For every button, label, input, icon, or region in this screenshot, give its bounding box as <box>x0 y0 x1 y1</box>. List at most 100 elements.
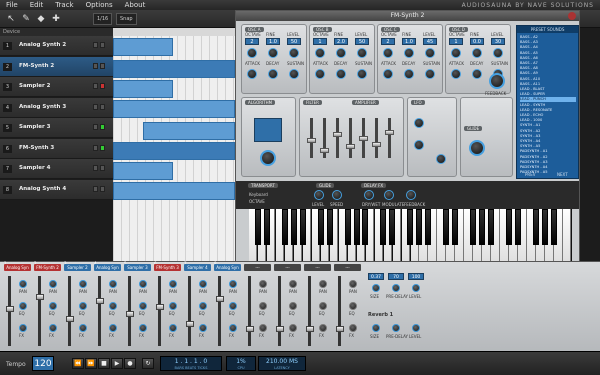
channel-knob[interactable] <box>289 324 297 332</box>
channel-label[interactable]: Analog Syn <box>4 264 31 271</box>
black-key[interactable] <box>281 209 288 245</box>
channel-knob[interactable] <box>349 324 357 332</box>
black-key[interactable] <box>488 209 495 245</box>
channel-knob[interactable] <box>289 302 297 310</box>
channel-knob[interactable] <box>319 324 327 332</box>
synth-title-bar[interactable]: FM-Synth 2 <box>236 11 579 21</box>
channel-knob[interactable] <box>169 302 177 310</box>
rewind-icon[interactable]: ⏪ <box>72 358 84 369</box>
stop-icon[interactable]: ■ <box>98 358 110 369</box>
glide-knob[interactable] <box>469 140 485 156</box>
loop-icon[interactable]: ↻ <box>142 358 154 369</box>
track-row[interactable]: 2 FM-Synth 2 <box>0 56 113 77</box>
channel-knob[interactable] <box>79 280 87 288</box>
envelope-knob[interactable] <box>315 69 325 79</box>
record-arm-button[interactable] <box>100 144 105 151</box>
record-arm-button[interactable] <box>100 62 105 69</box>
channel-knob[interactable] <box>139 324 147 332</box>
fader-handle[interactable] <box>95 298 104 304</box>
envelope-knob[interactable] <box>472 69 482 79</box>
slider-handle[interactable] <box>372 142 381 147</box>
channel-knob[interactable] <box>349 280 357 288</box>
channel-knob[interactable] <box>199 324 207 332</box>
black-key[interactable] <box>344 209 351 245</box>
clip[interactable] <box>113 60 235 78</box>
record-arm-button[interactable] <box>100 124 105 130</box>
record-arm-button[interactable] <box>100 103 105 110</box>
channel-knob[interactable] <box>259 280 267 288</box>
slider-handle[interactable] <box>320 148 329 153</box>
channel-knob[interactable] <box>289 280 297 288</box>
channel-knob[interactable] <box>259 302 267 310</box>
black-key[interactable] <box>416 209 423 245</box>
close-icon[interactable] <box>568 12 576 20</box>
envelope-knob[interactable] <box>404 69 414 79</box>
channel-knob[interactable] <box>199 302 207 310</box>
clip[interactable] <box>113 182 235 200</box>
clip[interactable] <box>113 38 173 56</box>
channel-knob[interactable] <box>49 280 57 288</box>
strip-knob[interactable] <box>384 190 394 200</box>
record-arm-button[interactable] <box>100 83 105 89</box>
value-display[interactable]: 1.0 <box>266 38 280 45</box>
algorithm-display[interactable] <box>254 118 282 142</box>
channel-label[interactable]: Sampler 4 <box>184 264 211 271</box>
channel-knob[interactable] <box>139 280 147 288</box>
reverb-size-value[interactable]: 0.37 <box>368 273 384 280</box>
preset-next-button[interactable]: NEXT <box>557 172 568 177</box>
clip[interactable] <box>113 162 173 180</box>
channel-label[interactable]: --- <box>334 264 361 271</box>
pointer-icon[interactable]: ↖ <box>5 13 17 25</box>
reverb-level-value[interactable]: 100 <box>408 273 424 280</box>
fader-handle[interactable] <box>35 294 44 300</box>
channel-knob[interactable] <box>229 280 237 288</box>
fader-handle[interactable] <box>215 296 224 302</box>
osc-knob[interactable] <box>268 48 278 58</box>
black-key[interactable] <box>263 209 270 245</box>
osc-knob[interactable] <box>315 48 325 58</box>
fader-handle[interactable] <box>65 316 74 322</box>
preset-prev-button[interactable]: PREV <box>525 172 535 177</box>
strip-knob[interactable] <box>314 190 324 200</box>
mute-button[interactable] <box>93 165 98 171</box>
snap-button[interactable]: Snap <box>116 13 137 25</box>
fm-synth-window[interactable]: FM-Synth 2 OSC A OSC B OSC C OSC D OCTAV… <box>235 10 580 268</box>
menu-options[interactable]: Options <box>86 1 113 9</box>
preset-list[interactable]: PRESET SOUNDS BASS - A2 BASS - A3 BASS - A… <box>516 25 579 179</box>
white-key[interactable] <box>563 209 572 267</box>
track-row[interactable]: 1 Analog Synth 2 <box>0 36 113 56</box>
channel-knob[interactable] <box>169 280 177 288</box>
black-key[interactable] <box>353 209 360 245</box>
fader-handle[interactable] <box>125 311 134 317</box>
black-key[interactable] <box>515 209 522 245</box>
value-display[interactable]: 1 <box>449 38 463 45</box>
channel-knob[interactable] <box>259 324 267 332</box>
channel-knob[interactable] <box>19 280 27 288</box>
channel-knob[interactable] <box>169 324 177 332</box>
reverb2-size-knob[interactable] <box>372 324 380 332</box>
value-display[interactable]: 1 <box>313 38 327 45</box>
reverb2-predelay-knob[interactable] <box>392 324 400 332</box>
channel-knob[interactable] <box>109 302 117 310</box>
quantize-button[interactable]: 1/16 <box>93 13 113 25</box>
black-key[interactable] <box>380 209 387 245</box>
fader-handle[interactable] <box>155 304 164 310</box>
black-key[interactable] <box>479 209 486 245</box>
reverb-size-knob[interactable] <box>372 284 380 292</box>
channel-label[interactable]: Analog Syn <box>214 264 241 271</box>
osc-knob[interactable] <box>383 48 393 58</box>
value-display[interactable]: 50 <box>355 38 369 45</box>
channel-label[interactable]: FM-Synth 2 <box>34 264 61 271</box>
reverb-predelay-value[interactable]: 70 <box>388 273 404 280</box>
value-display[interactable]: 1.0 <box>402 38 416 45</box>
fader-handle[interactable] <box>5 306 14 312</box>
mute-button[interactable] <box>93 62 98 69</box>
arrangement-grid[interactable] <box>113 36 235 261</box>
envelope-knob[interactable] <box>425 69 435 79</box>
move-icon[interactable]: ✚ <box>50 13 62 25</box>
eraser-icon[interactable]: ◆ <box>35 13 47 25</box>
envelope-knob[interactable] <box>247 69 257 79</box>
channel-label[interactable]: --- <box>244 264 271 271</box>
channel-label[interactable]: Sampler 2 <box>64 264 91 271</box>
clip[interactable] <box>113 80 173 98</box>
